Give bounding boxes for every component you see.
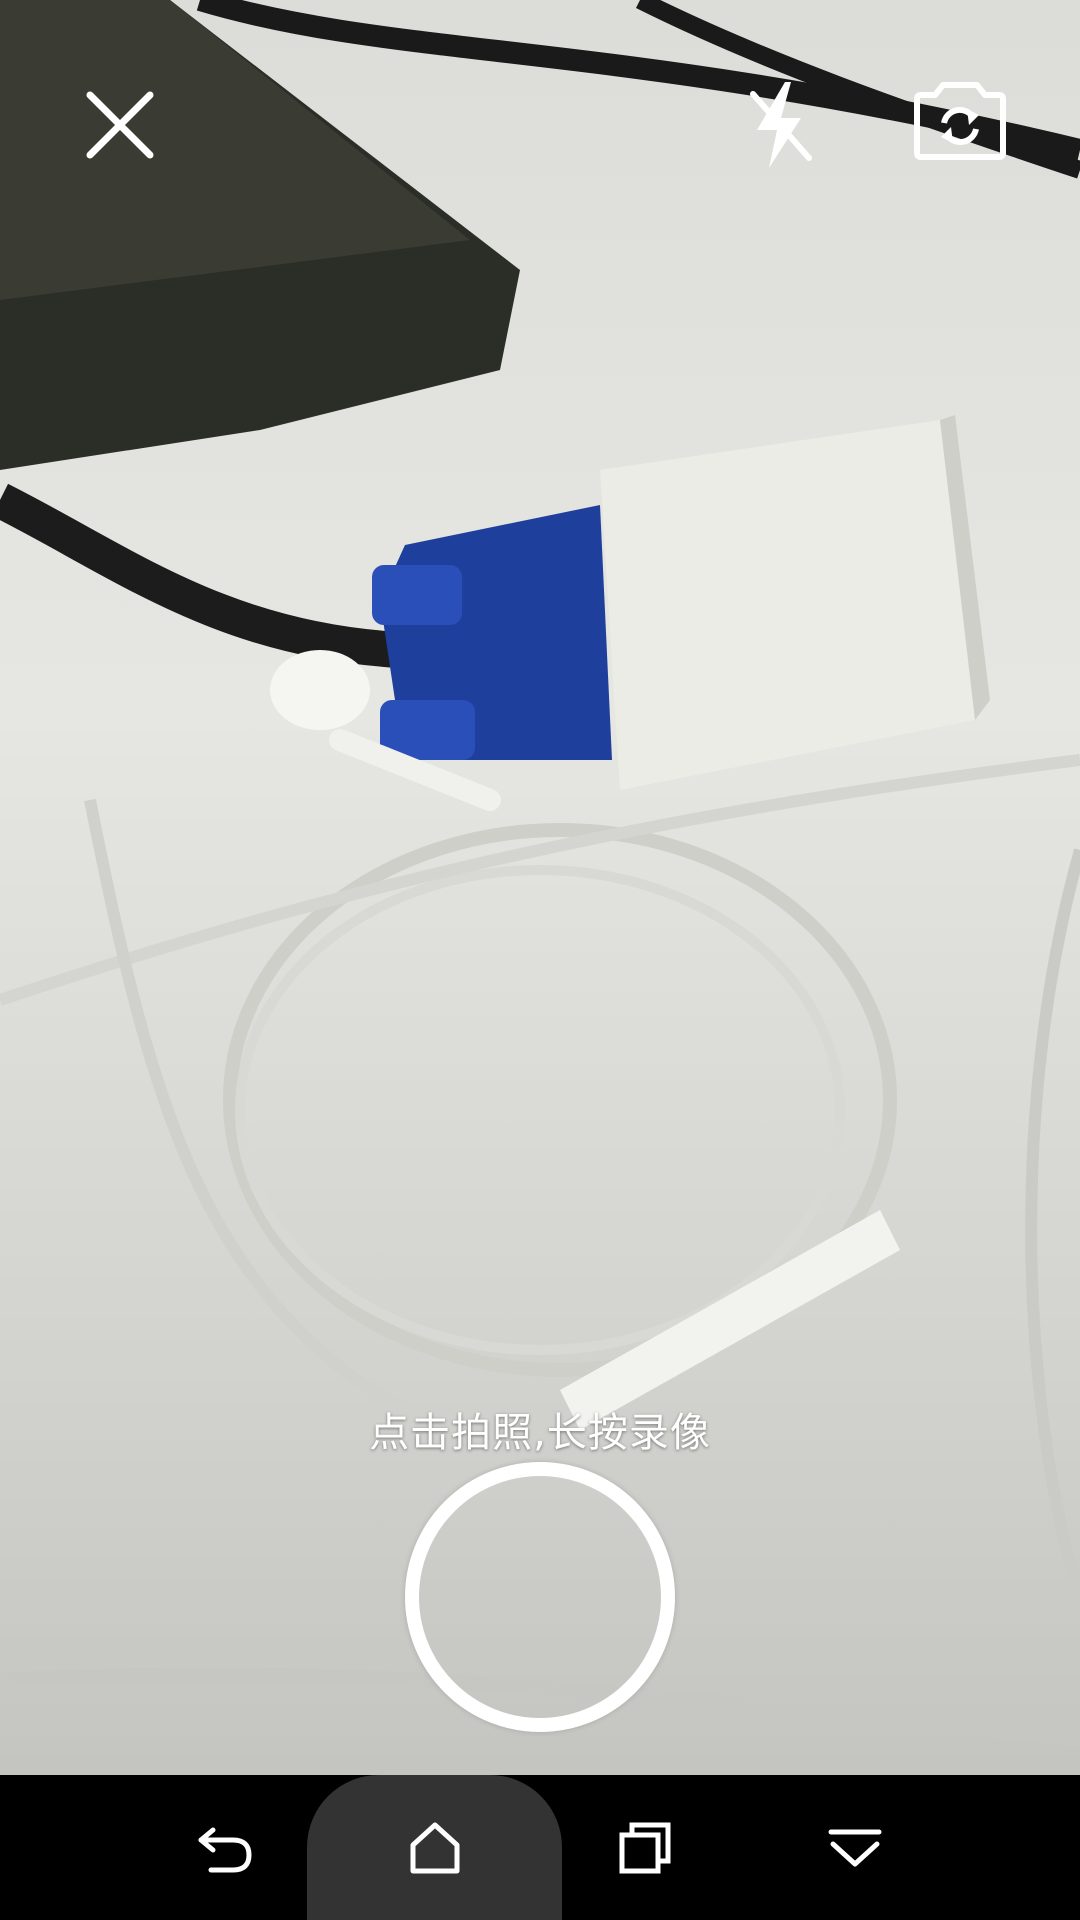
nav-back-button[interactable] <box>160 1775 290 1920</box>
camera-screen: 点击拍照,长按录像 <box>0 0 1080 1920</box>
chevron-down-icon <box>828 1829 882 1866</box>
close-icon <box>86 91 154 159</box>
recent-apps-icon <box>619 1822 671 1873</box>
nav-recent-apps-button[interactable] <box>580 1775 710 1920</box>
flash-toggle-button[interactable] <box>730 70 830 180</box>
camera-switch-icon <box>914 82 1006 160</box>
back-icon <box>198 1827 252 1872</box>
close-button[interactable] <box>70 75 170 175</box>
nav-collapse-button[interactable] <box>790 1775 920 1920</box>
nav-home-button[interactable] <box>307 1775 562 1920</box>
shutter-button[interactable] <box>405 1462 675 1732</box>
capture-hint-text: 点击拍照,长按录像 <box>369 1410 711 1456</box>
system-navigation-bar <box>0 1775 1080 1920</box>
switch-camera-button[interactable] <box>905 70 1015 170</box>
flash-off-icon <box>750 82 812 168</box>
home-icon <box>410 1822 459 1873</box>
